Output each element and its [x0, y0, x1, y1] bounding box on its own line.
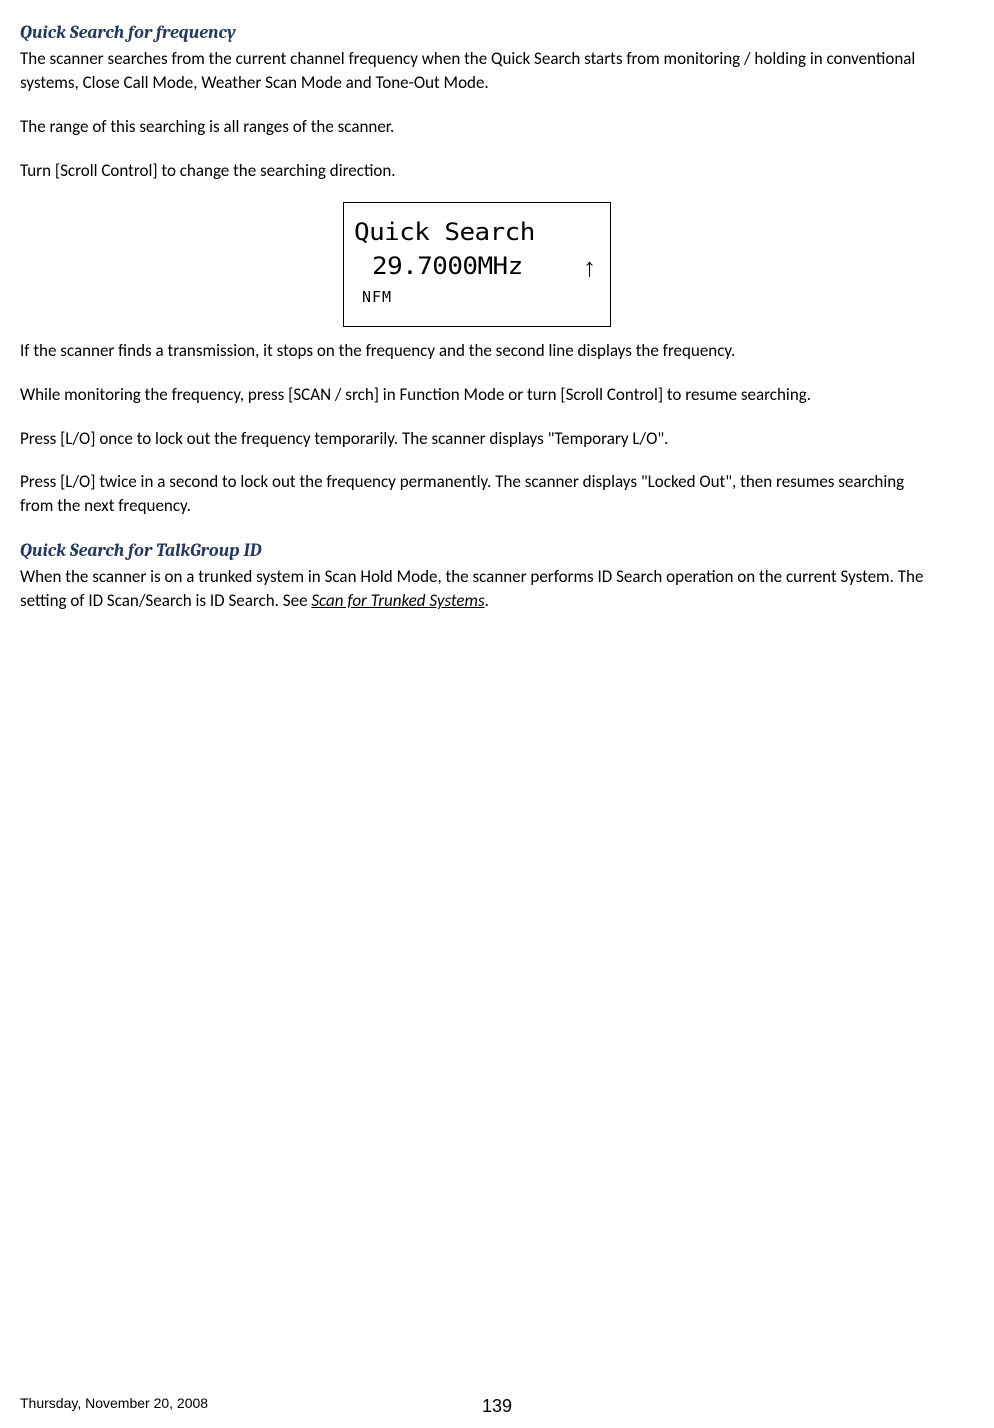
section-heading-quick-search-frequency: Quick Search for frequency	[20, 20, 934, 45]
body-paragraph: Turn [Scroll Control] to change the sear…	[20, 159, 934, 183]
page-footer: Thursday, November 20, 2008 139	[20, 1394, 974, 1414]
body-paragraph: When the scanner is on a trunked system …	[20, 565, 934, 613]
paragraph-text: .	[485, 590, 489, 611]
section-heading-quick-search-talkgroup: Quick Search for TalkGroup ID	[20, 538, 934, 563]
body-paragraph: The scanner searches from the current ch…	[20, 47, 934, 95]
body-paragraph: The range of this searching is all range…	[20, 115, 934, 139]
up-arrow-icon: ↑	[583, 249, 602, 285]
lcd-line-frequency-row: 29.7000MHz ↑	[354, 249, 602, 285]
footer-date: Thursday, November 20, 2008	[20, 1394, 208, 1414]
body-paragraph: Press [L/O] once to lock out the frequen…	[20, 427, 934, 451]
footer-page-number: 139	[482, 1394, 512, 1419]
body-paragraph: While monitoring the frequency, press [S…	[20, 383, 934, 407]
cross-reference-link[interactable]: Scan for Trunked Systems	[311, 590, 484, 611]
lcd-line-title: Quick Search	[354, 217, 622, 248]
lcd-display-figure: Quick Search 29.7000MHz ↑ NFM	[343, 202, 611, 327]
lcd-line-mode: NFM	[354, 287, 602, 308]
body-paragraph: If the scanner finds a transmission, it …	[20, 339, 934, 363]
body-paragraph: Press [L/O] twice in a second to lock ou…	[20, 470, 934, 518]
lcd-frequency-value: 29.7000MHz	[372, 250, 523, 284]
